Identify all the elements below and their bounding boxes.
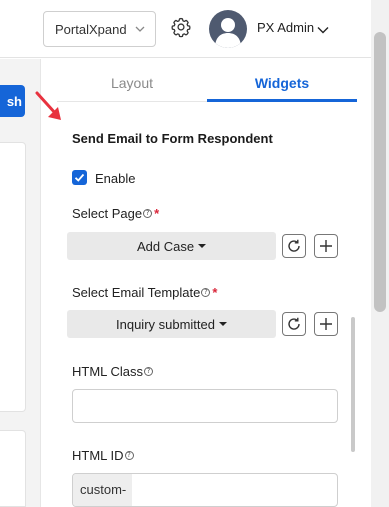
tab-layout-label: Layout	[110, 75, 154, 91]
add-page-button[interactable]	[314, 234, 338, 258]
help-icon[interactable]: ?	[201, 288, 211, 297]
chevron-down-icon[interactable]	[317, 26, 329, 34]
chevron-down-icon	[135, 26, 145, 32]
publish-button[interactable]: sh	[0, 85, 25, 117]
tab-layout[interactable]: Layout	[57, 69, 207, 102]
arrow-annotation-icon	[35, 91, 61, 120]
add-template-button[interactable]	[314, 312, 338, 336]
portal-select[interactable]: PortalXpand	[43, 11, 156, 47]
gear-icon[interactable]	[170, 16, 192, 38]
select-email-template-dropdown[interactable]: Inquiry submitted	[67, 310, 276, 338]
html-id-prefix: custom-	[73, 474, 132, 506]
select-page-label: Select Page ? *	[72, 206, 159, 221]
refresh-template-button[interactable]	[282, 312, 306, 336]
top-bar: PortalXpand PX Admin	[0, 0, 389, 58]
page-scrollbar-thumb[interactable]	[374, 32, 386, 312]
html-id-label-text: HTML ID	[72, 448, 124, 463]
plus-icon	[320, 318, 332, 330]
enable-label: Enable	[95, 171, 136, 186]
tab-widgets[interactable]: Widgets	[207, 69, 357, 102]
refresh-icon	[288, 239, 300, 252]
refresh-icon	[288, 317, 300, 330]
avatar-icon	[215, 18, 241, 48]
select-email-template-label: Select Email Template ? *	[72, 285, 217, 300]
select-page-label-text: Select Page	[72, 206, 143, 221]
html-id-input[interactable]: custom-	[72, 473, 338, 507]
enable-checkbox[interactable]	[72, 170, 87, 185]
widget-settings-panel: Layout Widgets Send Email to Form Respon…	[40, 59, 370, 507]
canvas-card	[0, 142, 26, 412]
caret-down-icon	[219, 322, 227, 326]
help-icon[interactable]: ?	[124, 451, 134, 460]
plus-icon	[320, 240, 332, 252]
help-icon[interactable]: ?	[144, 367, 154, 376]
avatar[interactable]	[209, 10, 247, 48]
help-icon[interactable]: ?	[143, 209, 153, 218]
caret-down-icon	[198, 244, 207, 248]
select-email-template-value: Inquiry submitted	[116, 316, 215, 332]
required-mark: *	[212, 285, 218, 300]
required-mark: *	[154, 206, 160, 221]
tab-widgets-label: Widgets	[254, 75, 310, 91]
html-class-label: HTML Class ?	[72, 364, 154, 379]
publish-button-label: sh	[6, 93, 22, 109]
check-icon	[74, 173, 85, 182]
panel-scrollbar[interactable]	[351, 317, 355, 452]
user-name[interactable]: PX Admin	[257, 20, 314, 35]
canvas-card	[0, 430, 26, 507]
portal-select-value: PortalXpand	[55, 21, 127, 37]
select-page-value: Add Case	[136, 238, 195, 254]
widget-title: Send Email to Form Respondent	[72, 131, 273, 146]
refresh-page-button[interactable]	[282, 234, 306, 258]
html-class-label-text: HTML Class	[72, 364, 144, 379]
html-id-label: HTML ID ?	[72, 448, 134, 463]
html-class-input[interactable]	[72, 389, 338, 423]
select-email-template-label-text: Select Email Template	[72, 285, 201, 300]
select-page-dropdown[interactable]: Add Case	[67, 232, 276, 260]
